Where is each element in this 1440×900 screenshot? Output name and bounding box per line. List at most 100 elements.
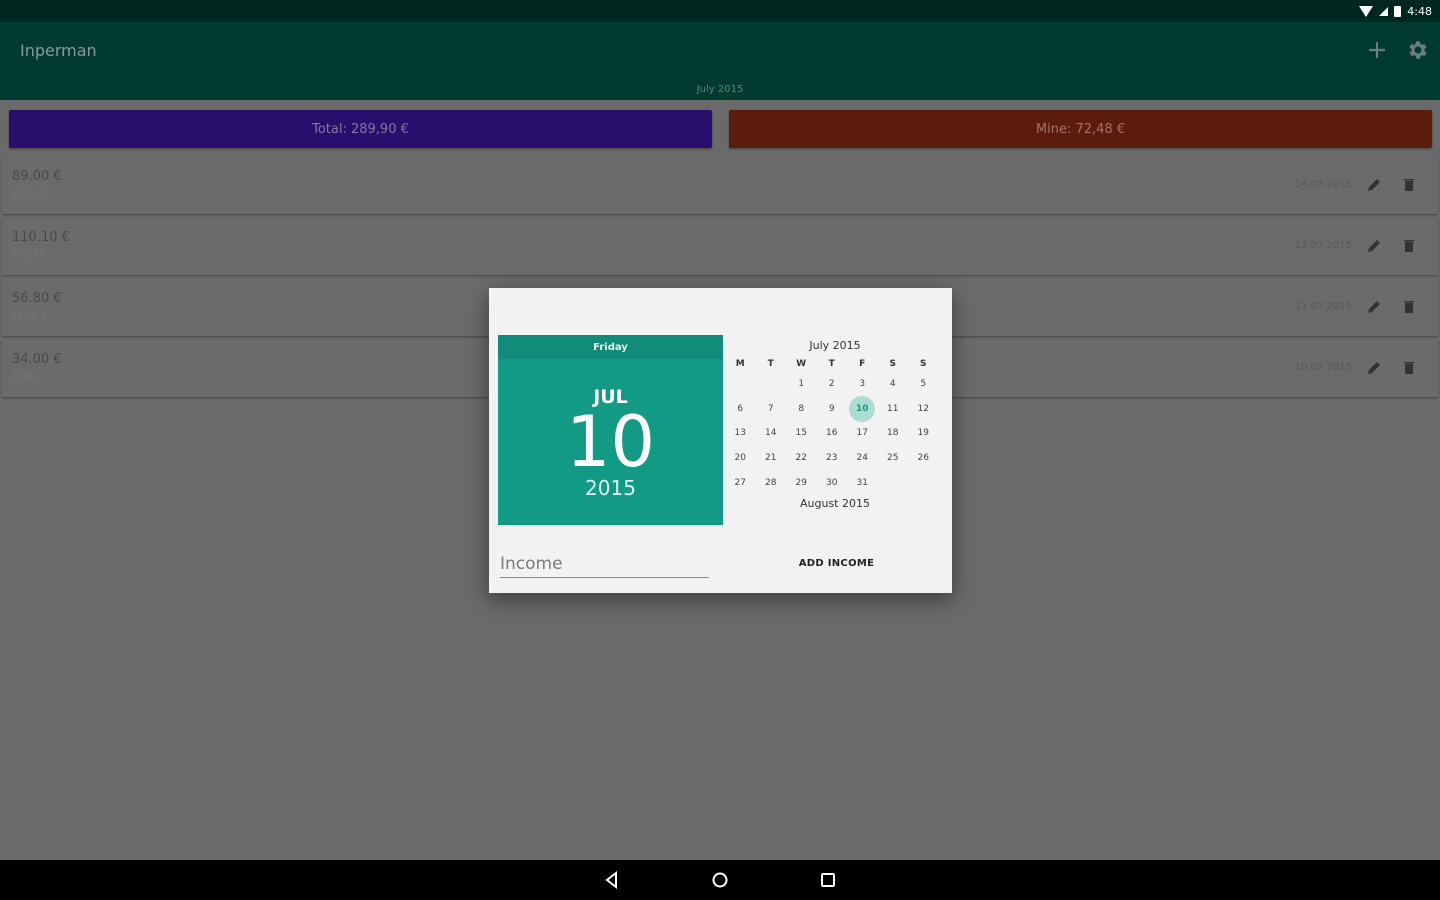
calendar-day[interactable]: 15 <box>786 421 817 446</box>
app-bar: Inperman <box>0 22 1440 78</box>
header-day[interactable]: 10 <box>498 407 723 477</box>
edit-icon[interactable] <box>1366 177 1382 193</box>
calendar-day-label: 21 <box>765 453 777 464</box>
entry-share: 22,25 € <box>12 189 47 199</box>
calendar-day[interactable]: 16 <box>817 421 848 446</box>
status-time: 4:48 <box>1407 4 1432 18</box>
delete-icon[interactable] <box>1402 360 1416 376</box>
calendar-day[interactable]: 31 <box>847 470 878 495</box>
calendar-day[interactable]: 21 <box>756 446 787 471</box>
battery-icon <box>1394 5 1402 17</box>
calendar-empty-cell <box>725 372 756 397</box>
edit-icon[interactable] <box>1366 238 1382 254</box>
calendar-day-label: 2 <box>828 379 835 390</box>
income-input[interactable] <box>500 550 709 578</box>
calendar-day[interactable]: 2 <box>817 372 848 397</box>
add-income-dialog: Friday JUL 10 2015 July 2015 M T W T F S… <box>489 288 952 593</box>
calendar-day[interactable]: 9 <box>817 397 848 422</box>
calendar-empty-cell <box>878 470 909 495</box>
entry-date: 14.07.2015 <box>1294 179 1352 190</box>
calendar-day-label: 8 <box>798 403 805 414</box>
weekday-label: W <box>796 359 807 369</box>
calendar-day-label: 6 <box>737 403 744 414</box>
entry-amount: 34.00 € <box>12 352 62 367</box>
calendar-day[interactable]: 20 <box>725 446 756 471</box>
calendar-day[interactable]: 11 <box>878 397 909 422</box>
entry-date: 11.07.2015 <box>1294 301 1352 312</box>
list-item[interactable]: 89.00 € 22,25 € 14.07.2015 <box>2 157 1438 214</box>
calendar-day-label: 7 <box>767 403 774 414</box>
mine-label: Mine: 72,48 € <box>1035 121 1126 137</box>
mine-button[interactable]: Mine: 72,48 € <box>729 110 1432 148</box>
calendar-weekdays: M T W T F S S <box>725 356 945 372</box>
calendar-day[interactable]: 7 <box>756 397 787 422</box>
totals-row: Total: 289,90 € Mine: 72,48 € <box>9 110 1432 148</box>
calendar-day[interactable]: 3 <box>847 372 878 397</box>
delete-icon[interactable] <box>1402 299 1416 315</box>
calendar-day[interactable]: 22 <box>786 446 817 471</box>
calendar-day[interactable]: 5 <box>908 372 939 397</box>
calendar-day-label: 3 <box>859 379 866 390</box>
calendar-day[interactable]: 6 <box>725 397 756 422</box>
calendar-day[interactable]: 19 <box>908 421 939 446</box>
recents-icon[interactable] <box>814 866 842 894</box>
calendar-day[interactable]: 8 <box>786 397 817 422</box>
calendar-day[interactable]: 28 <box>756 470 787 495</box>
entry-date: 10.07.2015 <box>1294 362 1352 373</box>
calendar-day[interactable]: 25 <box>878 446 909 471</box>
total-label: Total: 289,90 € <box>312 121 409 137</box>
edit-icon[interactable] <box>1366 360 1382 376</box>
entry-amount: 56.80 € <box>12 291 62 306</box>
delete-icon[interactable] <box>1402 238 1416 254</box>
calendar-day-label: 13 <box>734 428 746 439</box>
weekday-label: M <box>735 359 745 369</box>
calendar-month-label: July 2015 <box>809 339 861 352</box>
calendar-day[interactable]: 1 <box>786 372 817 397</box>
home-icon[interactable] <box>706 866 734 894</box>
calendar-day[interactable]: 10 <box>847 395 878 422</box>
calendar-day[interactable]: 17 <box>847 421 878 446</box>
calendar-day-label: 24 <box>856 453 868 464</box>
calendar-day[interactable]: 13 <box>725 421 756 446</box>
entry-share: 8,50 € <box>12 372 41 382</box>
calendar: July 2015 M T W T F S S 1 2 3 4 5 6 7 8 9 10 11 12 1… <box>725 338 945 510</box>
calendar-day-label: 1 <box>798 379 805 390</box>
calendar-day[interactable]: 23 <box>817 446 848 471</box>
add-income-button[interactable]: ADD INCOME <box>789 551 884 575</box>
calendar-grid: 1 2 3 4 5 6 7 8 9 10 11 12 13 14 15 16 17 18 19 20 21 22 23 24 2… <box>725 372 945 495</box>
calendar-day-label: 26 <box>917 453 929 464</box>
back-icon[interactable] <box>598 866 626 894</box>
list-item[interactable]: 110.10 € 27,53 € 12.07.2015 <box>2 218 1438 275</box>
entry-share: 27,53 € <box>12 250 47 260</box>
calendar-day[interactable]: 24 <box>847 446 878 471</box>
calendar-day[interactable]: 12 <box>908 397 939 422</box>
calendar-day[interactable]: 29 <box>786 470 817 495</box>
plus-icon[interactable] <box>1362 35 1392 65</box>
calendar-day[interactable]: 18 <box>878 421 909 446</box>
header-year[interactable]: 2015 <box>498 476 723 500</box>
weekday-label: S <box>889 359 896 369</box>
calendar-day-label: 12 <box>917 403 929 414</box>
calendar-day[interactable]: 14 <box>756 421 787 446</box>
calendar-day[interactable]: 27 <box>725 470 756 495</box>
calendar-day[interactable]: 4 <box>878 372 909 397</box>
calendar-day[interactable]: 30 <box>817 470 848 495</box>
edit-icon[interactable] <box>1366 299 1382 315</box>
calendar-day-label: 18 <box>887 428 899 439</box>
delete-icon[interactable] <box>1402 177 1416 193</box>
calendar-day-label: 9 <box>828 403 835 414</box>
weekday-label: F <box>859 359 866 369</box>
total-button[interactable]: Total: 289,90 € <box>9 110 712 148</box>
entry-date: 12.07.2015 <box>1294 240 1352 251</box>
month-strip: July 2015 <box>0 78 1440 100</box>
weekday-label: T <box>767 359 774 369</box>
calendar-day-label: 11 <box>887 403 899 414</box>
calendar-empty-cell <box>908 470 939 495</box>
app-actions <box>1362 22 1432 78</box>
calendar-day-label: 15 <box>795 428 807 439</box>
signal-icon <box>1379 6 1389 16</box>
entry-amount: 110.10 € <box>12 230 70 245</box>
entry-share: 14,20 € <box>12 311 47 321</box>
calendar-day[interactable]: 26 <box>908 446 939 471</box>
gear-icon[interactable] <box>1402 35 1432 65</box>
